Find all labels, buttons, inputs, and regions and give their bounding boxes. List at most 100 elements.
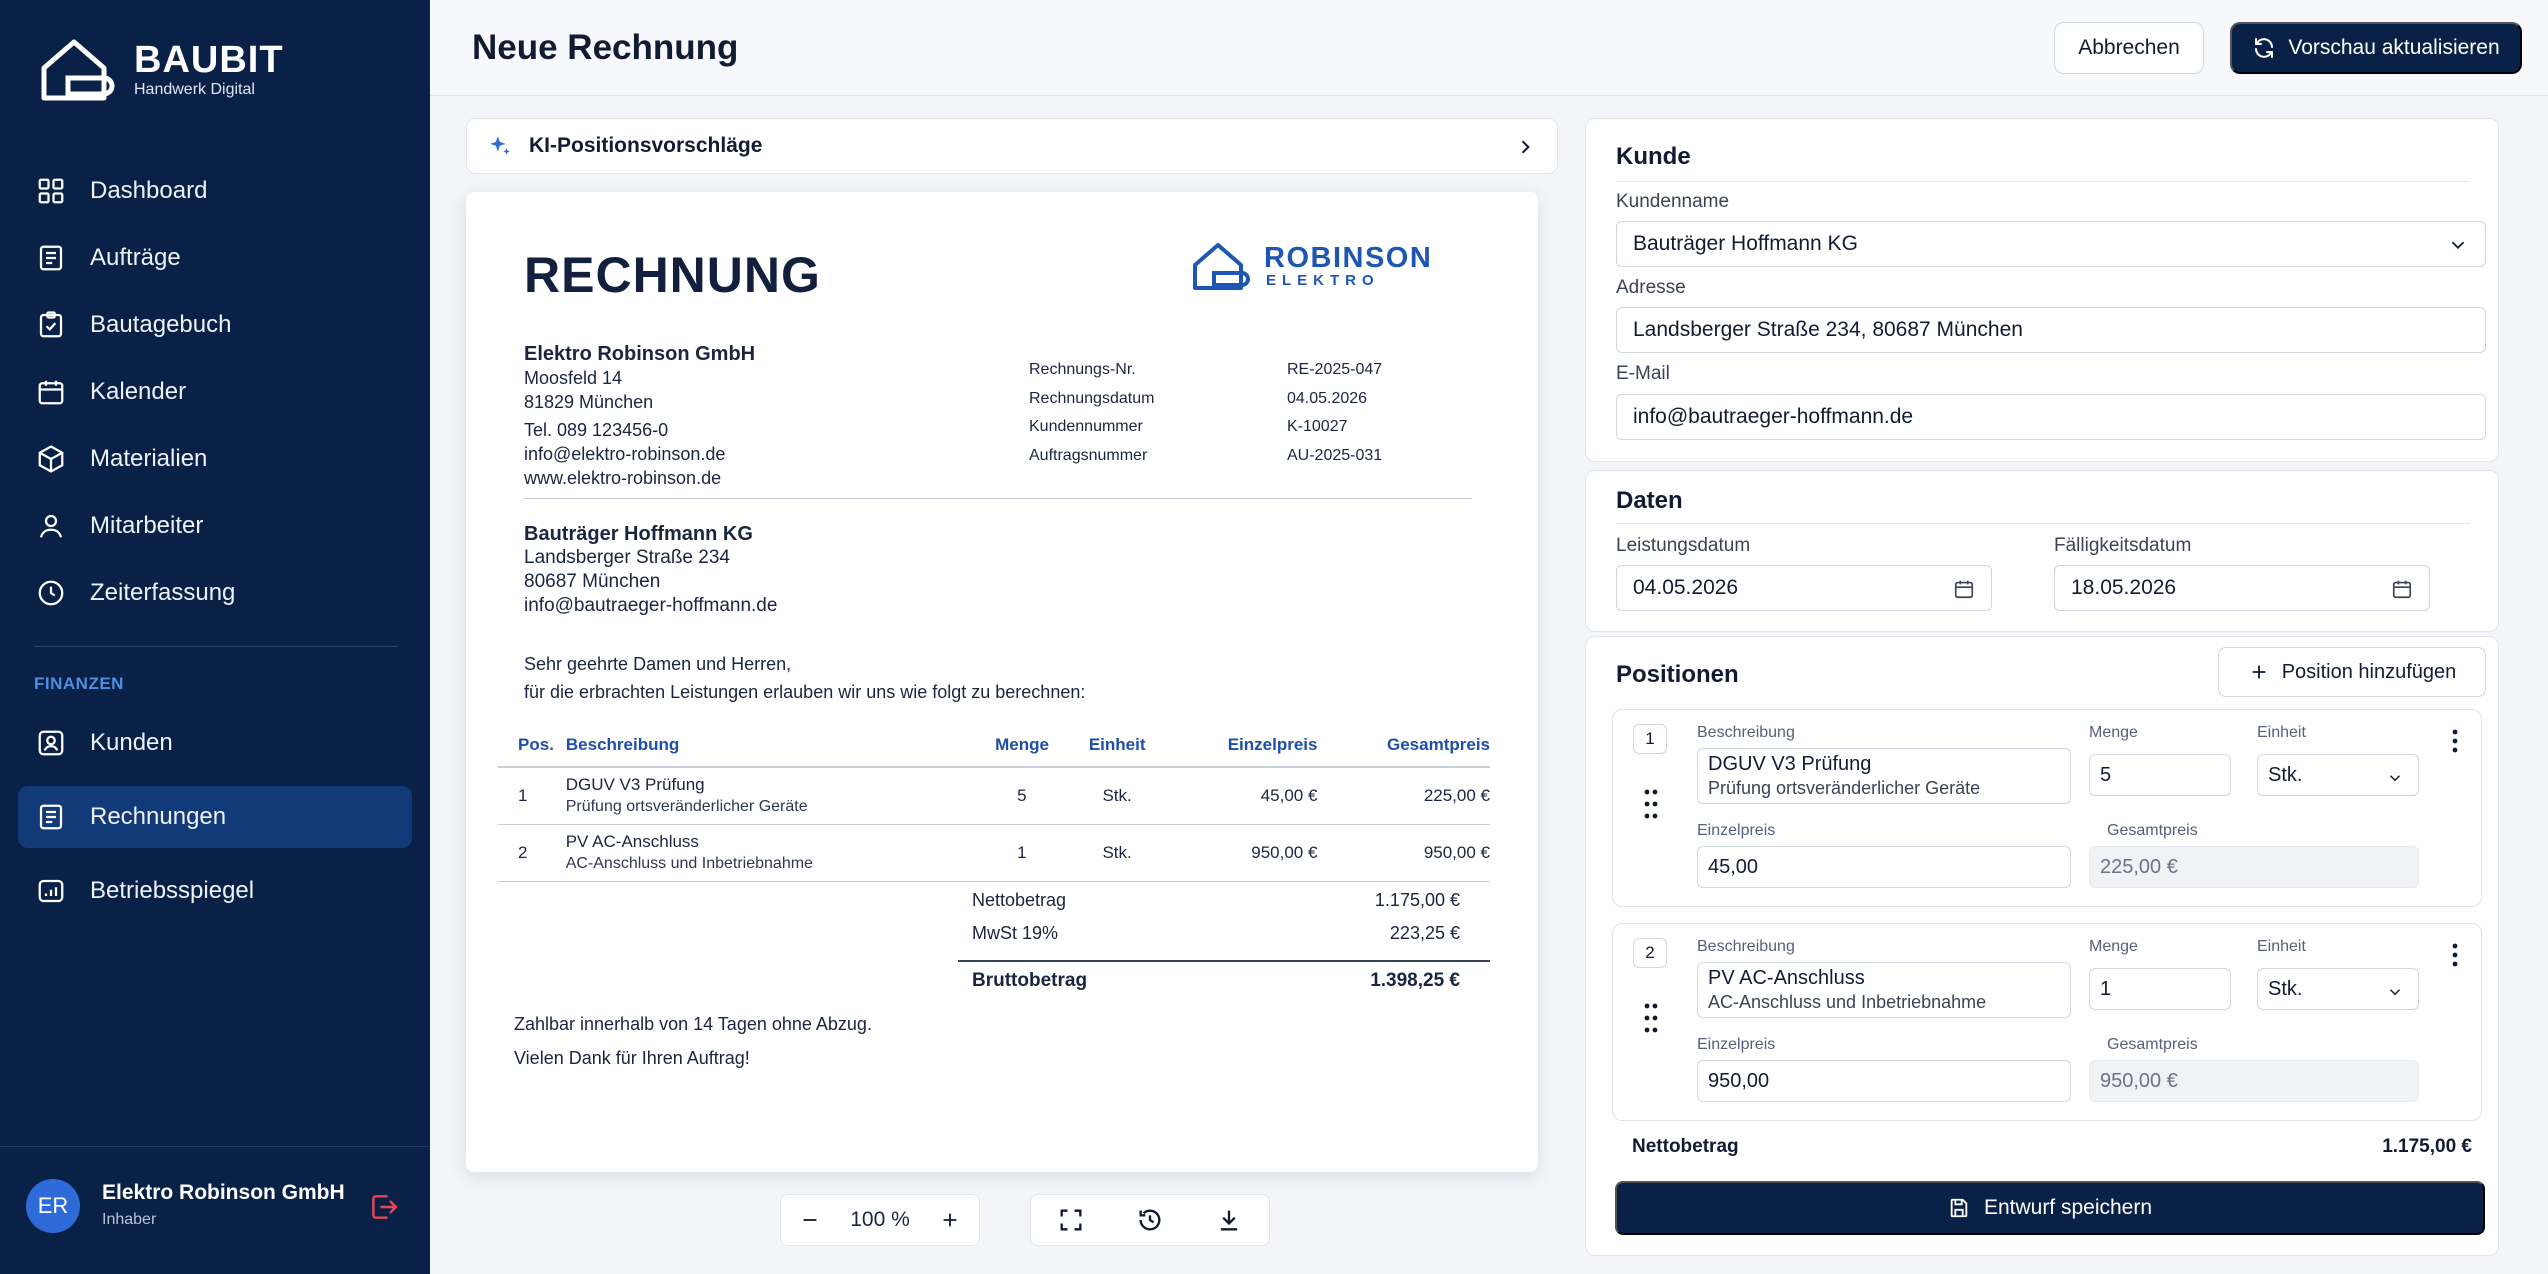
intro-line: für die erbrachten Leistungen erlauben w… — [524, 682, 1086, 702]
quantity-input[interactable]: 1 — [2089, 968, 2231, 1010]
fullscreen-icon[interactable] — [1057, 1206, 1085, 1234]
minus-icon[interactable] — [799, 1209, 821, 1231]
invoice-title: RECHNUNG — [524, 247, 821, 303]
refresh-preview-button[interactable]: Vorschau aktualisieren — [2230, 22, 2522, 74]
net-summary-value: 1.175,00 € — [2382, 1136, 2472, 1157]
meta-row: Rechnungs-Nr. RE-2025-047 — [1029, 356, 1382, 385]
ai-suggestions-bar[interactable]: KI-Positionsvorschläge — [466, 118, 1558, 174]
cell-unit-price: 45,00 € — [1260, 786, 1318, 805]
add-position-label: Position hinzufügen — [2281, 660, 2457, 683]
section-title: Positionen — [1616, 661, 1739, 688]
due-date-input[interactable]: 18.05.2026 — [2054, 565, 2430, 611]
vat-value: 223,25 € — [1389, 923, 1460, 943]
more-vertical-icon[interactable] — [2451, 728, 2459, 754]
unit-price-input[interactable]: 950,00 — [1697, 1060, 2071, 1102]
chevron-right-icon — [1521, 140, 1530, 154]
avatar[interactable]: ER — [26, 1179, 80, 1233]
table-row: 1 DGUV V3 Prüfung Prüfung ortsveränderli… — [498, 768, 1490, 825]
total-value: 950,00 € — [2089, 1060, 2419, 1102]
unit-price-label: Einzelpreis — [1697, 1036, 1776, 1053]
meta-row: Kundennummer K-10027 — [1029, 413, 1382, 442]
house-logo-icon — [41, 39, 115, 101]
drag-handle-icon[interactable] — [1643, 786, 1659, 822]
invoice-totals: Nettobetrag 1.175,00 € MwSt 19% 223,25 € B… — [958, 884, 1490, 1000]
sidebar-item-mitarbeiter[interactable]: Mitarbeiter — [18, 495, 412, 557]
unit-value: Stk. — [2268, 763, 2303, 786]
sidebar-item-betriebsspiegel[interactable]: Betriebsspiegel — [18, 860, 412, 922]
column-header: Beschreibung — [565, 735, 680, 754]
more-vertical-icon[interactable] — [2451, 942, 2459, 968]
cell-description: DGUV V3 Prüfung Prüfung ortsveränderlich… — [554, 774, 977, 818]
customer-name-label: Kundenname — [1616, 191, 1730, 212]
drag-handle-icon[interactable] — [1643, 1000, 1659, 1036]
sidebar-item-zeiterfassung[interactable]: Zeiterfassung — [18, 562, 412, 624]
user-card-icon — [38, 730, 64, 756]
brand[interactable]: BAUBIT Handwerk Digital — [38, 34, 284, 104]
meta-key: Kundennummer — [1029, 418, 1143, 435]
column-header: Einheit — [1088, 735, 1146, 754]
logout-icon[interactable] — [368, 1191, 400, 1223]
grid-icon — [38, 178, 64, 204]
add-position-button[interactable]: Position hinzufügen — [2218, 647, 2486, 697]
table-header: Pos. Beschreibung Menge Einheit Einzelpr… — [498, 724, 1490, 768]
cell-title: DGUV V3 Prüfung — [565, 775, 705, 794]
recipient-company: Bauträger Hoffmann KG — [524, 523, 753, 545]
vat-row: MwSt 19% 223,25 € — [958, 917, 1490, 950]
plus-icon[interactable] — [939, 1209, 961, 1231]
unit-select[interactable]: Stk. — [2257, 968, 2419, 1010]
description-title: DGUV V3 Prüfung — [1708, 753, 1872, 775]
sidebar-item-kalender[interactable]: Kalender — [18, 361, 412, 423]
meta-value: RE-2025-047 — [1287, 361, 1383, 378]
customer-name-value: Bauträger Hoffmann KG — [1633, 232, 1858, 255]
sidebar-item-rechnungen[interactable]: Rechnungen — [18, 786, 412, 848]
finance-nav: Kunden Rechnungen Betriebsspiegel — [18, 712, 412, 934]
unit-price-input[interactable]: 45,00 — [1697, 846, 2071, 888]
sidebar-item-kunden[interactable]: Kunden — [18, 712, 412, 774]
sidebar-item-dashboard[interactable]: Dashboard — [18, 160, 412, 222]
sidebar-item-label: Mitarbeiter — [90, 512, 204, 539]
column-header: Einzelpreis — [1227, 735, 1318, 754]
unit-select[interactable]: Stk. — [2257, 754, 2419, 796]
sidebar-item-label: Bautagebuch — [90, 311, 232, 338]
sparkle-icon — [490, 136, 510, 155]
section-title: Kunde — [1616, 143, 1691, 170]
service-date-input[interactable]: 04.05.2026 — [1616, 565, 1992, 611]
brand-name: BAUBIT — [134, 39, 284, 81]
sender-company: Elektro Robinson GmbH — [524, 343, 756, 365]
due-date-label: Fälligkeitsdatum — [2054, 535, 2192, 556]
page-title: Neue Rechnung — [472, 28, 739, 67]
divider — [1616, 181, 2470, 182]
clipboard-list-icon — [39, 245, 63, 271]
sidebar-item-materialien[interactable]: Materialien — [18, 428, 412, 490]
description-input[interactable]: PV AC-Anschluss AC-Anschluss und Inbetri… — [1697, 962, 2071, 1018]
customer-name-select[interactable]: Bauträger Hoffmann KG — [1616, 221, 2486, 267]
sidebar-item-label: Materialien — [90, 445, 208, 472]
meta-value: AU-2025-031 — [1287, 446, 1383, 464]
house-logo-icon — [1193, 243, 1250, 290]
position-number: 2 — [1633, 938, 1667, 968]
cell-subtitle: AC-Anschluss und Inbetriebnahme — [565, 855, 813, 872]
description-label: Beschreibung — [1697, 724, 1795, 741]
sidebar-item-bautagebuch[interactable]: Bautagebuch — [18, 294, 412, 356]
email-input[interactable]: info@bautraeger-hoffmann.de — [1616, 394, 2486, 440]
dashboard-icon — [38, 879, 64, 903]
save-draft-button[interactable]: Entwurf speichern — [1615, 1181, 2485, 1235]
recipient-email: info@bautraeger-hoffmann.de — [524, 595, 778, 616]
cancel-button[interactable]: Abbrechen — [2054, 22, 2204, 74]
history-icon[interactable] — [1136, 1206, 1164, 1234]
unit-value: Stk. — [2268, 977, 2303, 1000]
user-panel: ER Elektro Robinson GmbH Inhaber — [0, 1146, 430, 1274]
description-input[interactable]: DGUV V3 Prüfung Prüfung ortsveränderlich… — [1697, 748, 2071, 804]
brand-subtitle: Handwerk Digital — [134, 81, 255, 98]
download-icon[interactable] — [1215, 1206, 1243, 1234]
address-input[interactable]: Landsberger Straße 234, 80687 München — [1616, 307, 2486, 353]
net-label: Nettobetrag — [972, 890, 1067, 910]
cell-pos: 1 — [518, 786, 528, 805]
sender-web: www.elektro-robinson.de — [524, 468, 722, 488]
table-row: 2 PV AC-Anschluss AC-Anschluss und Inbet… — [498, 825, 1490, 882]
position-item: 2 Beschreibung PV AC-Anschluss AC-Anschl… — [1612, 923, 2482, 1121]
position-number: 1 — [1633, 724, 1667, 754]
sidebar-item-auftraege[interactable]: Aufträge — [18, 227, 412, 289]
cell-unit-price: 950,00 € — [1251, 843, 1318, 862]
quantity-input[interactable]: 5 — [2089, 754, 2231, 796]
